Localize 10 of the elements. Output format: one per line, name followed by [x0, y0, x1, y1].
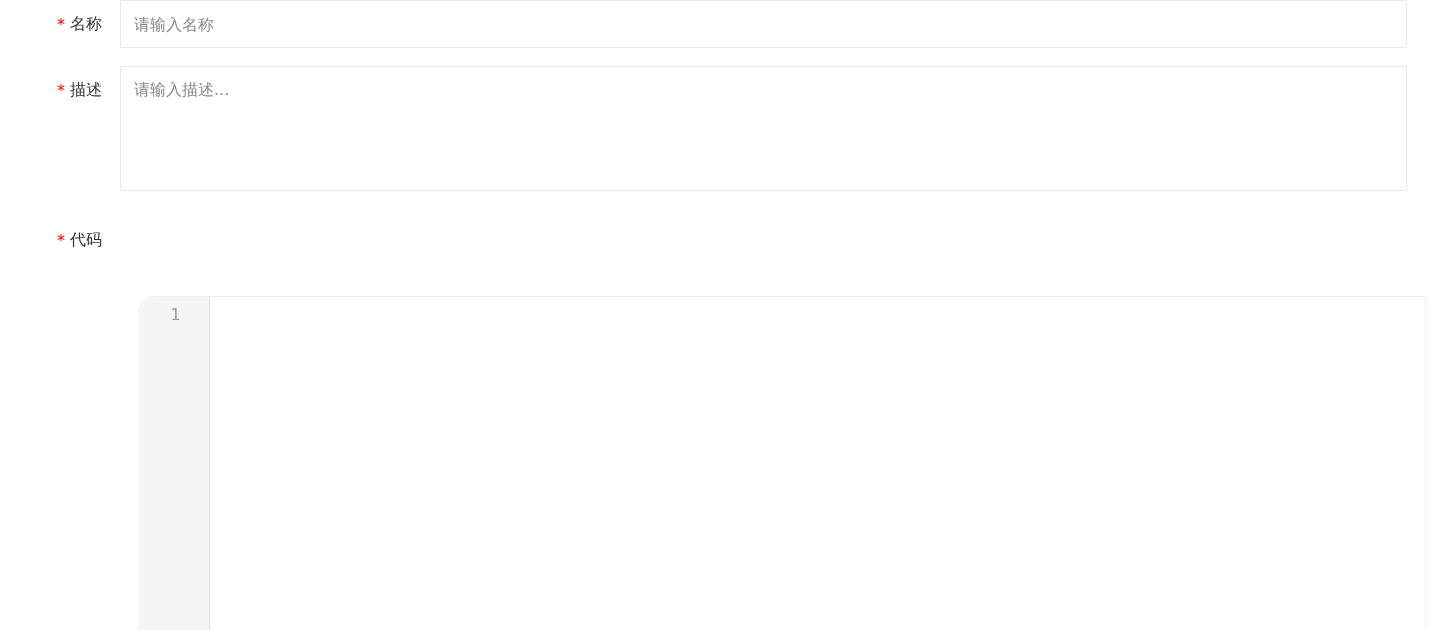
field-label: 描述 [70, 79, 102, 101]
description-textarea[interactable]: 请输入描述... [120, 66, 1407, 191]
field-label: 名称 [70, 13, 102, 35]
line-number: 1 [169, 305, 182, 325]
code-editor[interactable]: 1 [139, 296, 1426, 630]
required-mark: * [57, 230, 65, 250]
field-label: 代码 [70, 229, 102, 251]
required-mark: * [57, 80, 65, 100]
name-input[interactable]: 请输入名称 [120, 0, 1407, 48]
required-mark: * [57, 14, 65, 34]
